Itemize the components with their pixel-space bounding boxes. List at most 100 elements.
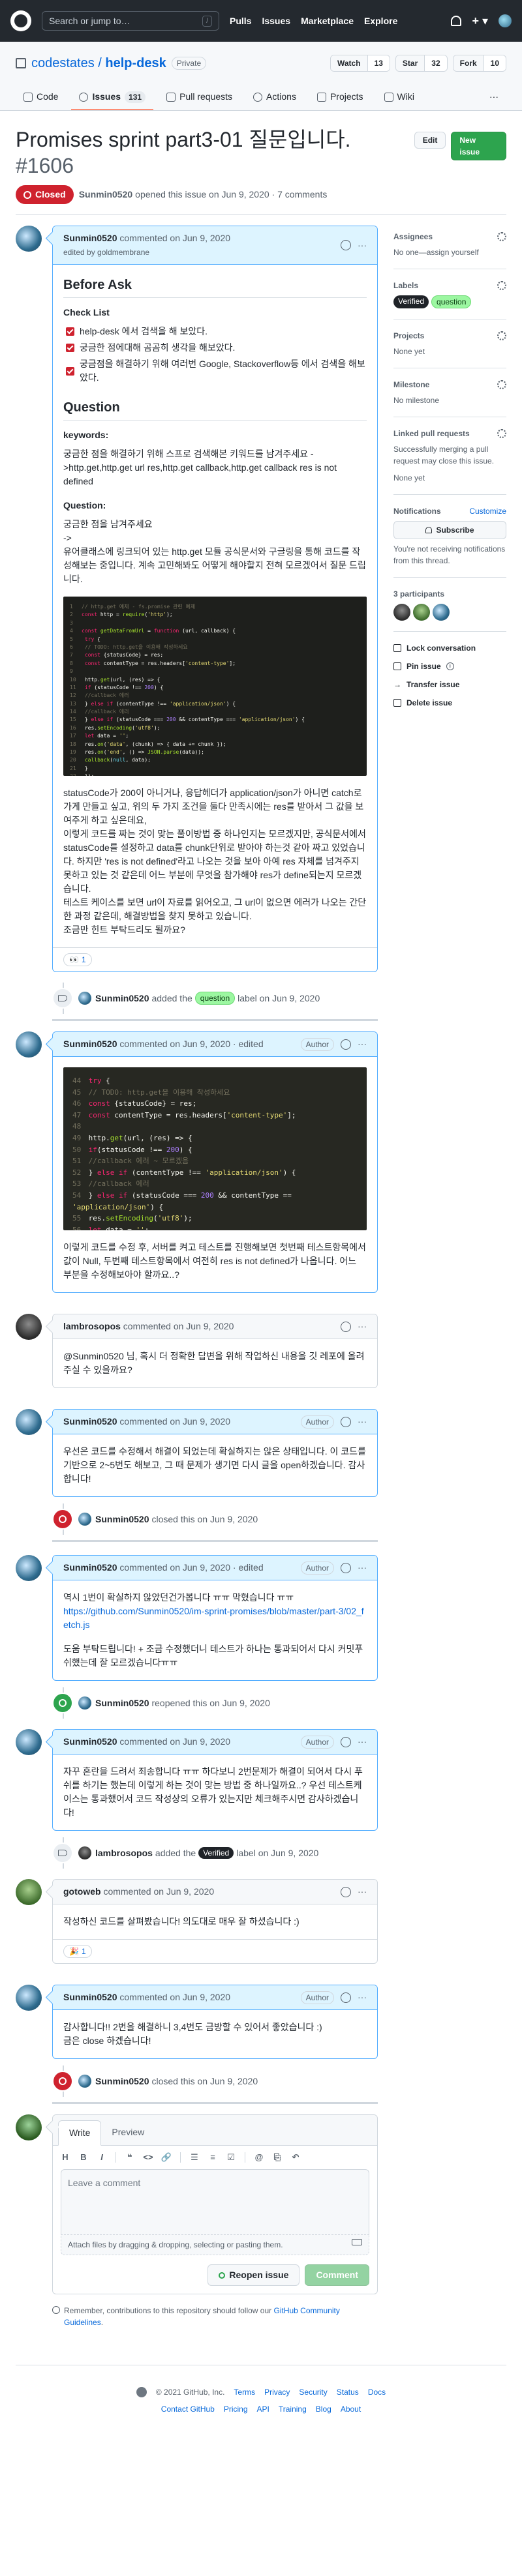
comment-date[interactable]: commented on Jun 9, 2020	[119, 1415, 230, 1429]
footer-link-docs[interactable]: Docs	[368, 2386, 386, 2398]
nav-explore[interactable]: Explore	[364, 14, 397, 28]
footer-link-api[interactable]: API	[257, 2403, 269, 2415]
avatar[interactable]	[16, 1879, 42, 1905]
comment-author[interactable]: Sunmin0520	[63, 233, 117, 243]
participant-avatar[interactable]	[393, 604, 410, 621]
avatar[interactable]	[16, 1729, 42, 1755]
tab-projects[interactable]: Projects	[309, 85, 371, 110]
numbered-list-icon[interactable]: ≡	[208, 2152, 217, 2162]
add-reaction-icon[interactable]	[341, 1886, 351, 1897]
comment-menu-button[interactable]: ···	[358, 1037, 367, 1051]
comment-textarea[interactable]: Leave a comment	[61, 2169, 369, 2234]
event-actor[interactable]: Sunmin0520	[95, 992, 149, 1005]
label-verified[interactable]: Verified	[198, 1847, 234, 1859]
add-reaction-icon[interactable]	[341, 1992, 351, 2003]
comment-author[interactable]: gotoweb	[63, 1885, 101, 1899]
comment-menu-button[interactable]: ···	[358, 1561, 367, 1575]
pin-issue-button[interactable]: Pin issue i	[393, 660, 506, 672]
comment-date[interactable]: commented on Jun 9, 2020 · edited	[119, 1037, 263, 1051]
gear-icon[interactable]	[497, 281, 506, 290]
create-new-plus-icon[interactable]: + ▾	[472, 12, 488, 30]
tab-pull-requests[interactable]: Pull requests	[159, 85, 240, 110]
footer-link-terms[interactable]: Terms	[234, 2386, 255, 2398]
comment-date[interactable]: commented on Jun 9, 2020	[103, 1885, 214, 1899]
star-count[interactable]: 32	[424, 55, 447, 71]
comment-menu-button[interactable]: ···	[358, 1735, 367, 1749]
footer-link-blog[interactable]: Blog	[316, 2403, 331, 2415]
avatar[interactable]	[78, 1696, 91, 1710]
fork-button[interactable]: Fork 10	[452, 55, 506, 72]
gear-icon[interactable]	[497, 331, 506, 340]
tab-issues[interactable]: Issues 131	[71, 85, 154, 110]
code-icon[interactable]: <>	[143, 2152, 153, 2162]
nav-issues[interactable]: Issues	[262, 14, 290, 28]
github-mark-icon[interactable]	[136, 2387, 147, 2397]
transfer-issue-button[interactable]: → Transfer issue	[393, 679, 506, 690]
avatar[interactable]	[16, 1985, 42, 2011]
participant-avatar[interactable]	[413, 604, 430, 621]
checked-checkbox-icon[interactable]	[66, 366, 74, 376]
comment-menu-button[interactable]: ···	[358, 1885, 367, 1899]
bullet-list-icon[interactable]: ☰	[190, 2152, 199, 2162]
reaction-eyes-button[interactable]: 👀 1	[63, 953, 92, 966]
attach-files-bar[interactable]: Attach files by dragging & dropping, sel…	[61, 2234, 369, 2255]
add-reaction-icon[interactable]	[341, 1039, 351, 1050]
sidebar-heading[interactable]: Assignees	[393, 231, 433, 243]
add-reaction-icon[interactable]	[341, 240, 351, 250]
search-input[interactable]: Search or jump to… /	[42, 11, 219, 31]
comment-menu-button[interactable]: ···	[358, 239, 367, 252]
comment-menu-button[interactable]: ···	[358, 1415, 367, 1429]
user-avatar[interactable]	[499, 14, 512, 27]
checked-checkbox-icon[interactable]	[66, 327, 74, 336]
new-issue-button[interactable]: New issue	[451, 132, 506, 160]
info-icon[interactable]: i	[446, 662, 454, 670]
footer-link-training[interactable]: Training	[279, 2403, 307, 2415]
avatar[interactable]	[78, 2075, 91, 2088]
italic-icon[interactable]: I	[97, 2152, 106, 2162]
comment-author[interactable]: Sunmin0520	[63, 1415, 117, 1429]
star-button[interactable]: Star 32	[395, 55, 448, 72]
subscribe-button[interactable]: Subscribe	[393, 521, 506, 539]
avatar[interactable]	[16, 1031, 42, 1058]
comment-date[interactable]: commented on Jun 9, 2020	[119, 1991, 230, 2004]
sidebar-heading[interactable]: Labels	[393, 280, 418, 291]
label-question[interactable]: question	[431, 295, 472, 308]
heading-icon[interactable]: H	[61, 2152, 70, 2162]
gear-icon[interactable]	[497, 429, 506, 438]
avatar[interactable]	[16, 226, 42, 252]
reopen-issue-button[interactable]: Reopen issue	[207, 2264, 300, 2286]
repo-name-link[interactable]: help-desk	[105, 56, 166, 70]
label-verified[interactable]: Verified	[393, 295, 429, 308]
link-icon[interactable]: 🔗	[161, 2152, 172, 2162]
assignees-value[interactable]: No one—assign yourself	[393, 246, 506, 258]
avatar[interactable]	[16, 1555, 42, 1581]
avatar[interactable]	[78, 992, 91, 1005]
reply-icon[interactable]: ↶	[291, 2152, 300, 2162]
add-reaction-icon[interactable]	[341, 1736, 351, 1747]
footer-link-security[interactable]: Security	[299, 2386, 327, 2398]
fork-count[interactable]: 10	[483, 55, 506, 71]
footer-link-privacy[interactable]: Privacy	[264, 2386, 290, 2398]
footer-link-pricing[interactable]: Pricing	[224, 2403, 248, 2415]
notifications-bell-icon[interactable]	[451, 16, 462, 26]
comment-date[interactable]: commented on Jun 9, 2020	[119, 233, 230, 243]
reference-icon[interactable]: ⎘	[273, 2152, 282, 2162]
event-actor[interactable]: lambrosopos	[95, 1846, 153, 1860]
issue-author-link[interactable]: Sunmin0520	[79, 188, 132, 201]
comment-date[interactable]: commented on Jun 9, 2020	[119, 1735, 230, 1749]
mention-icon[interactable]: @	[254, 2152, 264, 2162]
label-question[interactable]: question	[194, 992, 236, 1005]
repo-owner-link[interactable]: codestates	[31, 56, 95, 70]
tab-actions[interactable]: Actions	[245, 85, 304, 110]
repo-file-link[interactable]: https://github.com/Sunmin0520/im-sprint-…	[63, 1606, 364, 1630]
tab-preview[interactable]: Preview	[101, 2120, 155, 2145]
comment-date[interactable]: commented on Jun 9, 2020 · edited	[119, 1561, 263, 1575]
participant-avatar[interactable]	[433, 604, 450, 621]
add-reaction-icon[interactable]	[341, 1562, 351, 1573]
comment-menu-button[interactable]: ···	[358, 1991, 367, 2004]
avatar[interactable]	[78, 1513, 91, 1526]
customize-link[interactable]: Customize	[469, 505, 506, 517]
code-screenshot[interactable]: 1// http.get 예제 - fs.promise 관련 예제 2 cons…	[63, 597, 367, 776]
comment-date[interactable]: commented on Jun 9, 2020	[123, 1320, 234, 1333]
watch-count[interactable]: 13	[367, 55, 390, 71]
